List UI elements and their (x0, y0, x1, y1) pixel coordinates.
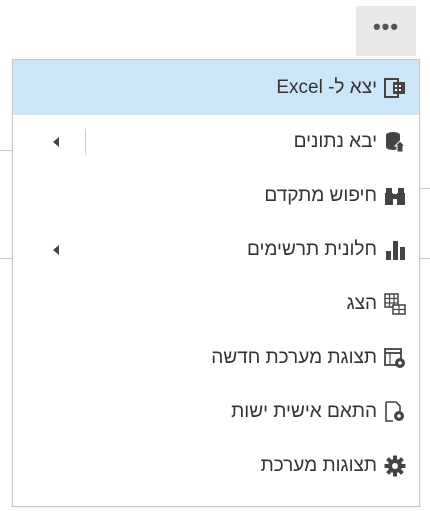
menu-item-label: תצוגת מערכת חדשה (211, 347, 377, 368)
menu-item-label: חיפוש מתקדם (264, 185, 377, 206)
excel-export-icon (383, 76, 407, 100)
menu-item-label: יבא נתונים (293, 131, 377, 152)
view-grid-icon (383, 292, 407, 316)
binoculars-icon (383, 184, 407, 208)
page: ••• יצא ל- Excel יבא נתונים חיפוש מתקדם … (0, 0, 430, 511)
menu-item-customize-entity[interactable]: התאם אישית ישות (13, 385, 419, 439)
menu-item-view[interactable]: הצג (13, 277, 419, 331)
menu-item-label: יצא ל- Excel (276, 76, 377, 98)
background-divider (0, 258, 12, 259)
menu-item-system-views[interactable]: תצוגות מערכת (13, 439, 419, 493)
menu-item-new-system-view[interactable]: תצוגת מערכת חדשה (13, 331, 419, 385)
bar-chart-icon (383, 238, 407, 262)
submenu-arrow-icon[interactable] (53, 245, 59, 255)
more-commands-button[interactable]: ••• (356, 6, 416, 56)
menu-item-label: הצג (346, 293, 377, 314)
menu-item-label: חלונית תרשימים (246, 239, 377, 260)
menu-item-import-data[interactable]: יבא נתונים (13, 115, 419, 169)
submenu-divider (85, 129, 86, 155)
ellipsis-icon: ••• (372, 14, 400, 39)
menu-item-label: תצוגות מערכת (260, 455, 377, 476)
menu-item-charts-pane[interactable]: חלונית תרשימים (13, 223, 419, 277)
gear-icon (383, 454, 407, 478)
command-dropdown-menu: יצא ל- Excel יבא נתונים חיפוש מתקדם חלונ… (12, 59, 420, 507)
submenu-arrow-icon[interactable] (53, 137, 59, 147)
menu-item-label: התאם אישית ישות (231, 401, 377, 422)
new-system-view-icon (383, 346, 407, 370)
menu-item-export-excel[interactable]: יצא ל- Excel (13, 60, 419, 115)
import-data-icon (383, 130, 407, 154)
menu-item-advanced-find[interactable]: חיפוש מתקדם (13, 169, 419, 223)
customize-entity-icon (383, 400, 407, 424)
background-divider (0, 150, 12, 151)
